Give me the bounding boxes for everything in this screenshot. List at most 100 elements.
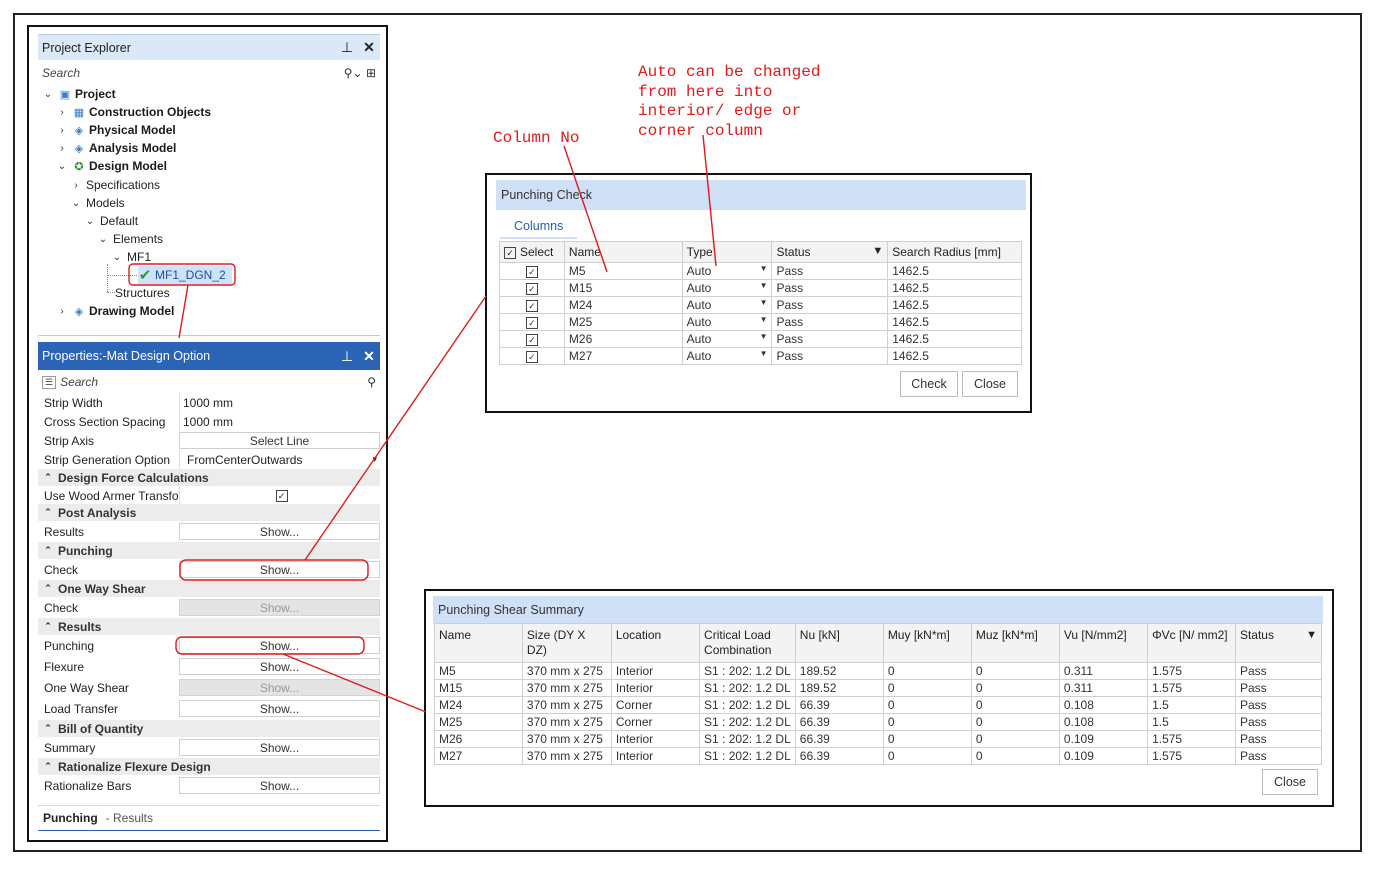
column-header[interactable]: Critical Load Combination [699, 623, 796, 663]
row-checkbox[interactable]: ✓ [525, 317, 538, 329]
row-checkbox[interactable]: ✓ [525, 300, 538, 312]
table-row[interactable]: ✓ M26 Auto ▼ Pass 1462.5 [499, 330, 1022, 348]
column-header[interactable]: Vu [N/mm2] [1058, 623, 1149, 663]
chevron-down-icon[interactable]: ⌄ [56, 161, 68, 172]
column-header[interactable]: ΦVc [N/ mm2] [1147, 623, 1236, 663]
table-row[interactable]: M15 370 mm x 275 Interior S1 : 202: 1.2 DL 1… [434, 679, 1323, 697]
project-explorer-search[interactable]: Search ⚲⌄ ⊞ [38, 63, 380, 83]
table-row[interactable]: ✓ M5 Auto ▼ Pass 1462.5 [499, 262, 1022, 280]
tree-item-specifications[interactable]: › Specifications [70, 176, 160, 194]
category-design-force[interactable]: ⌃ Design Force Calculations [38, 469, 380, 486]
select-line-button[interactable]: Select Line [179, 432, 380, 449]
row-checkbox[interactable]: ✓ [525, 266, 538, 278]
collapse-icon[interactable]: ⌃ [38, 723, 58, 734]
category-rationalize-flexure[interactable]: ⌃ Rationalize Flexure Design [38, 758, 380, 775]
type-dropdown[interactable]: Auto ▼ [681, 279, 773, 297]
close-button[interactable]: Close [962, 371, 1018, 397]
punching-check-show-button[interactable]: Show... [179, 561, 380, 578]
chevron-down-icon[interactable]: ⌄ [111, 252, 123, 263]
type-dropdown[interactable]: Auto ▼ [681, 296, 773, 314]
tree-item-models[interactable]: ⌄ Models [70, 194, 125, 212]
checkbox[interactable]: ✓ [275, 489, 288, 502]
col-select[interactable]: ✓ Select [499, 241, 565, 263]
collapse-icon[interactable]: ⌃ [38, 507, 58, 518]
category-one-way-shear[interactable]: ⌃ One Way Shear [38, 580, 380, 597]
tree-item-construction-objects[interactable]: › ▦ Construction Objects [56, 103, 211, 121]
column-header[interactable]: Nu [kN] [794, 623, 884, 663]
search-input[interactable]: Search [60, 375, 98, 389]
dropdown-arrow-icon[interactable]: ▼ [760, 298, 768, 307]
close-icon[interactable]: ✕ [358, 348, 380, 365]
collapse-icon[interactable]: ⌃ [38, 545, 58, 556]
filter-icon[interactable]: ▼ [872, 245, 883, 257]
table-row[interactable]: M5 370 mm x 275 Interior S1 : 202: 1.2 DL 18… [434, 662, 1323, 680]
results-show-button[interactable]: Show... [179, 523, 380, 540]
dropdown-arrow-icon[interactable]: ▼ [760, 264, 768, 273]
chevron-down-icon[interactable]: ⌄ [97, 234, 109, 245]
rationalize-bars-show-button[interactable]: Show... [179, 777, 380, 794]
collapse-icon[interactable]: ⌃ [38, 583, 58, 594]
select-all-checkbox[interactable]: ✓ [504, 247, 516, 259]
col-type[interactable]: Type [681, 241, 773, 263]
column-header[interactable]: Muz [kN*m] [970, 623, 1060, 663]
col-search-radius[interactable]: Search Radius [mm] [887, 241, 1022, 263]
type-dropdown[interactable]: Auto ▼ [681, 262, 773, 280]
column-header[interactable]: Name [434, 623, 523, 663]
column-header[interactable]: Size (DY X DZ) [521, 623, 612, 663]
category-post-analysis[interactable]: ⌃ Post Analysis [38, 504, 380, 521]
collapse-icon[interactable]: ⌃ [38, 472, 58, 483]
column-header[interactable]: Status ▼ [1234, 623, 1323, 663]
flexure-show-button[interactable]: Show... [179, 658, 380, 675]
tab-columns[interactable]: Columns [500, 215, 578, 239]
col-name[interactable]: Name [563, 241, 683, 263]
table-row[interactable]: M24 370 mm x 275 Corner S1 : 202: 1.2 DL 66.… [434, 696, 1323, 714]
dropdown-arrow-icon[interactable]: ▼ [760, 349, 768, 358]
summary-show-button[interactable]: Show... [179, 739, 380, 756]
tree-item-structures[interactable]: Structures [115, 284, 170, 302]
col-status[interactable]: Status ▼ [771, 241, 889, 263]
filter-icon[interactable]: ▼ [1306, 628, 1317, 643]
tree-item-design-model[interactable]: ⌄ ✪ Design Model [56, 157, 167, 175]
type-dropdown[interactable]: Auto ▼ [681, 330, 773, 348]
tree-item-physical-model[interactable]: › ◈ Physical Model [56, 121, 175, 139]
column-header[interactable]: Location [610, 623, 701, 663]
dropdown-arrow-icon[interactable]: ▼ [760, 281, 768, 290]
dropdown-arrow-icon[interactable]: ▼ [760, 315, 768, 324]
strip-width-field[interactable]: 1000 mm [179, 393, 380, 412]
chevron-down-icon[interactable]: ⌄ [84, 216, 96, 227]
table-row[interactable]: M25 370 mm x 275 Corner S1 : 202: 1.2 DL 66.… [434, 713, 1323, 731]
chevron-right-icon[interactable]: › [56, 107, 68, 118]
close-icon[interactable]: ✕ [358, 39, 380, 56]
cross-section-spacing-field[interactable]: 1000 mm [179, 412, 380, 431]
dropdown-arrow-icon[interactable]: ▼ [760, 332, 768, 341]
tree-item-analysis-model[interactable]: › ◈ Analysis Model [56, 139, 176, 157]
row-checkbox[interactable]: ✓ [525, 351, 538, 363]
category-bill-of-quantity[interactable]: ⌃ Bill of Quantity [38, 720, 380, 737]
tree-item-drawing-model[interactable]: › ◈ Drawing Model [56, 302, 174, 320]
load-transfer-show-button[interactable]: Show... [179, 700, 380, 717]
one-way-check-show-button[interactable]: Show... [179, 599, 380, 616]
type-dropdown[interactable]: Auto ▼ [681, 347, 773, 365]
table-row[interactable]: ✓ M15 Auto ▼ Pass 1462.5 [499, 279, 1022, 297]
strip-generation-select[interactable]: FromCenterOutwards ▾ [179, 450, 380, 469]
chevron-right-icon[interactable]: › [56, 143, 68, 154]
table-row[interactable]: M26 370 mm x 275 Interior S1 : 202: 1.2 DL 6… [434, 730, 1323, 748]
tree-item-mf1-dgn-2[interactable]: ✔ MF1_DGN_2 [138, 266, 232, 284]
chevron-down-icon[interactable]: ⌄ [42, 89, 54, 100]
pin-icon[interactable]: ⊥ [336, 348, 358, 365]
chevron-down-icon[interactable]: ⌄ [70, 198, 82, 209]
pin-icon[interactable]: ⊥ [336, 39, 358, 56]
categorize-icon[interactable]: ☰ [42, 375, 57, 389]
punching-results-show-button[interactable]: Show... [179, 637, 380, 654]
chevron-right-icon[interactable]: › [70, 180, 82, 191]
tree-item-default[interactable]: ⌄ Default [84, 212, 138, 230]
table-row[interactable]: M27 370 mm x 275 Interior S1 : 202: 1.2 DL 6… [434, 747, 1323, 765]
tree-item-mf1[interactable]: ⌄ MF1 [111, 248, 151, 266]
close-button[interactable]: Close [1262, 769, 1318, 795]
table-row[interactable]: ✓ M27 Auto ▼ Pass 1462.5 [499, 347, 1022, 365]
tree-item-elements[interactable]: ⌄ Elements [97, 230, 163, 248]
table-row[interactable]: ✓ M25 Auto ▼ Pass 1462.5 [499, 313, 1022, 331]
check-button[interactable]: Check [900, 371, 958, 397]
category-punching[interactable]: ⌃ Punching [38, 542, 380, 559]
row-checkbox[interactable]: ✓ [525, 283, 538, 295]
